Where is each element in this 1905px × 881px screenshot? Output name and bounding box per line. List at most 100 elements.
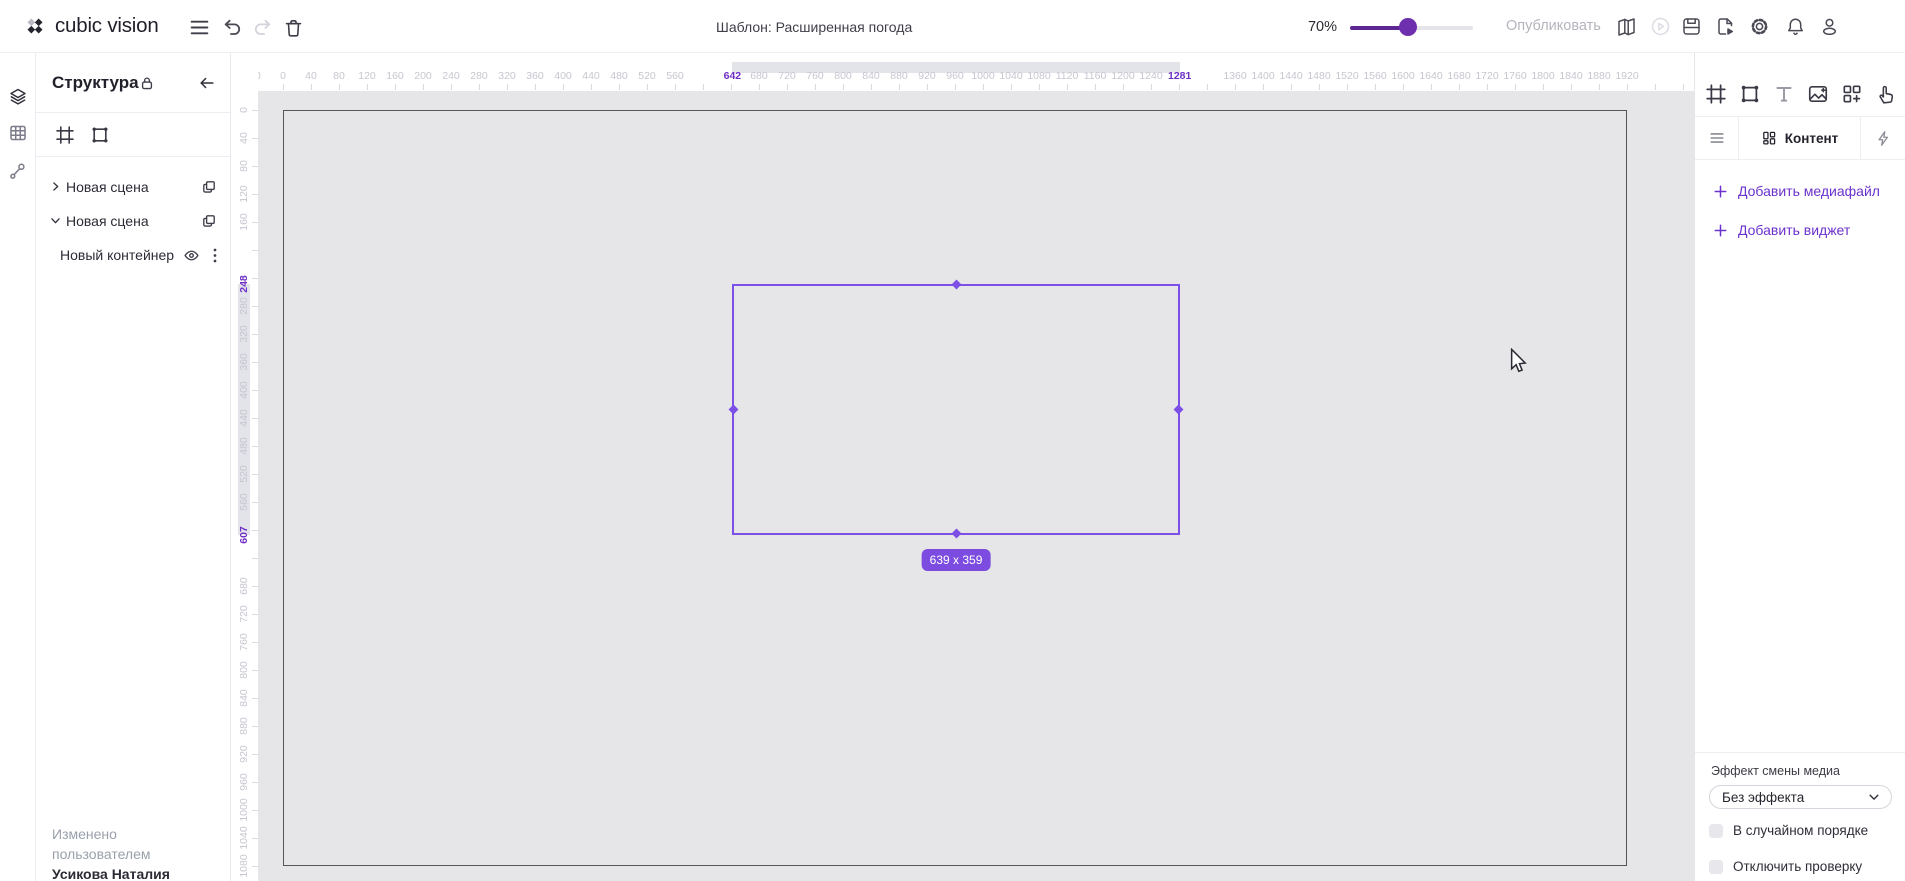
checkbox-box[interactable] [1709,824,1723,838]
undo-button[interactable] [222,16,244,38]
insert-toolbar [1695,53,1905,117]
tab-actions[interactable] [1861,117,1905,159]
ruler-label-h: 400 [554,70,572,82]
user-icon[interactable] [1819,16,1840,37]
ruler-label-h: 200 [414,70,432,82]
ruler-label-v: 0 [238,107,250,113]
ruler-label-h: 720 [778,70,796,82]
add-widget-button[interactable]: Добавить виджет [1713,222,1850,238]
tree-item-container[interactable]: Новый контейнер [36,238,230,272]
mouse-cursor [1510,348,1527,374]
ruler-label-h: 1200 [1111,70,1134,82]
ruler-label-h: 1240 [1139,70,1162,82]
structure-panel: Структура Новая сцена Новая сцена [36,53,231,881]
tree-item-label: Новая сцена [66,213,149,229]
tree-item-scene-1[interactable]: Новая сцена [36,170,230,204]
ruler-label-h: 1640 [1419,70,1442,82]
frame-icon[interactable] [55,125,75,145]
zoom-slider[interactable] [1350,18,1473,36]
ruler-label-h: 760 [806,70,824,82]
ruler-label-v: 480 [238,437,250,455]
document-play-icon[interactable] [1715,16,1736,37]
delete-button[interactable] [283,16,305,38]
text-icon[interactable] [1773,83,1795,105]
checkbox-box[interactable] [1709,860,1723,874]
ruler-label-h: 480 [610,70,628,82]
ruler-label-h: 520 [638,70,656,82]
ruler-label-h: 1360 [1223,70,1246,82]
ruler-label-v: 120 [238,185,250,203]
ruler-label-h: 0 [280,70,286,82]
ruler-label-h: 360 [526,70,544,82]
ruler-label-v: 40 [238,132,250,144]
widget-icon[interactable] [1841,83,1863,105]
hamburger-menu-button[interactable] [189,16,211,38]
ruler-label-h: 920 [918,70,936,82]
ruler-label-h: 1560 [1363,70,1386,82]
ruler-label-h: 880 [890,70,908,82]
ruler-label-v: 720 [238,605,250,623]
ruler-label-h: 840 [862,70,880,82]
table-icon[interactable] [8,123,28,143]
redo-button[interactable] [252,16,274,38]
canvas-workspace[interactable]: 4004080120160200240280320360400440480520… [231,53,1694,881]
last-modified-info: Изменено пользователем Усикова Наталия В… [52,824,217,881]
structure-tools-row [36,113,230,157]
checkbox-disable-check[interactable]: Отключить проверку [1709,859,1862,874]
kebab-menu-icon[interactable] [210,247,220,263]
ruler-label-h: 1760 [1503,70,1526,82]
play-circle-icon [1650,16,1671,37]
ruler-label-h: 1480 [1307,70,1330,82]
ruler-label-h: 1440 [1279,70,1302,82]
image-icon[interactable] [1807,83,1829,105]
zoom-percent-label: 70% [1298,19,1337,35]
ruler-label-v: 440 [238,409,250,427]
bounding-box-icon[interactable] [90,125,110,145]
ruler-label-h: 1160 [1084,70,1107,82]
tab-content[interactable]: Контент [1739,117,1861,159]
ruler-label-h: 1281 [1168,70,1191,82]
publish-button[interactable]: Опубликовать [1506,18,1601,34]
checkbox-random-order[interactable]: В случайном порядке [1709,823,1868,838]
duplicate-icon[interactable] [201,179,217,195]
ruler-label-v: 960 [238,773,250,791]
ruler-label-v: 560 [238,493,250,511]
size-badge: 639 x 359 [922,549,991,571]
checkbox-random-order-label: В случайном порядке [1733,823,1868,838]
tree-item-label: Новый контейнер [60,247,174,263]
layers-icon[interactable] [8,87,28,107]
bounding-box-icon[interactable] [1739,83,1761,105]
ruler-label-v: 400 [238,381,250,399]
ruler-label-v: 248 [238,275,250,293]
map-icon[interactable] [1616,16,1637,37]
ruler-label-v: 1040 [238,826,250,849]
zoom-slider-thumb[interactable] [1399,18,1417,36]
eye-icon[interactable] [183,247,199,263]
add-media-label: Добавить медиафайл [1738,183,1880,199]
ruler-label-h: 680 [750,70,768,82]
ruler-label-v: 800 [238,661,250,679]
ruler-label-h: 800 [834,70,852,82]
vertical-ruler: 0408012016024828032036040044048052056060… [231,53,258,881]
tab-layers-list[interactable] [1695,117,1739,159]
tree-item-scene-2[interactable]: Новая сцена [36,204,230,238]
save-icon[interactable] [1681,16,1702,37]
effect-select-dropdown[interactable]: Без эффекта [1709,785,1892,809]
structure-panel-title: Структура [52,73,139,93]
ruler-label-h: 1520 [1335,70,1358,82]
hand-icon[interactable] [1875,83,1897,105]
add-media-button[interactable]: Добавить медиафайл [1713,183,1880,199]
selection-rect[interactable]: 639 x 359 [732,284,1179,535]
duplicate-icon[interactable] [201,213,217,229]
brand-name: cubic vision [55,14,159,38]
ruler-label-h: 440 [582,70,600,82]
collapse-panel-button[interactable] [198,74,216,92]
media-effect-section: Эффект смены медиа Без эффекта В случайн… [1695,752,1905,753]
link-nodes-icon[interactable] [8,161,28,181]
tree-item-label: Новая сцена [66,179,149,195]
gear-icon[interactable] [1749,16,1770,37]
chevron-right-icon[interactable] [50,181,61,192]
bell-icon[interactable] [1785,16,1806,37]
frame-icon[interactable] [1705,83,1727,105]
chevron-down-icon[interactable] [50,215,61,226]
